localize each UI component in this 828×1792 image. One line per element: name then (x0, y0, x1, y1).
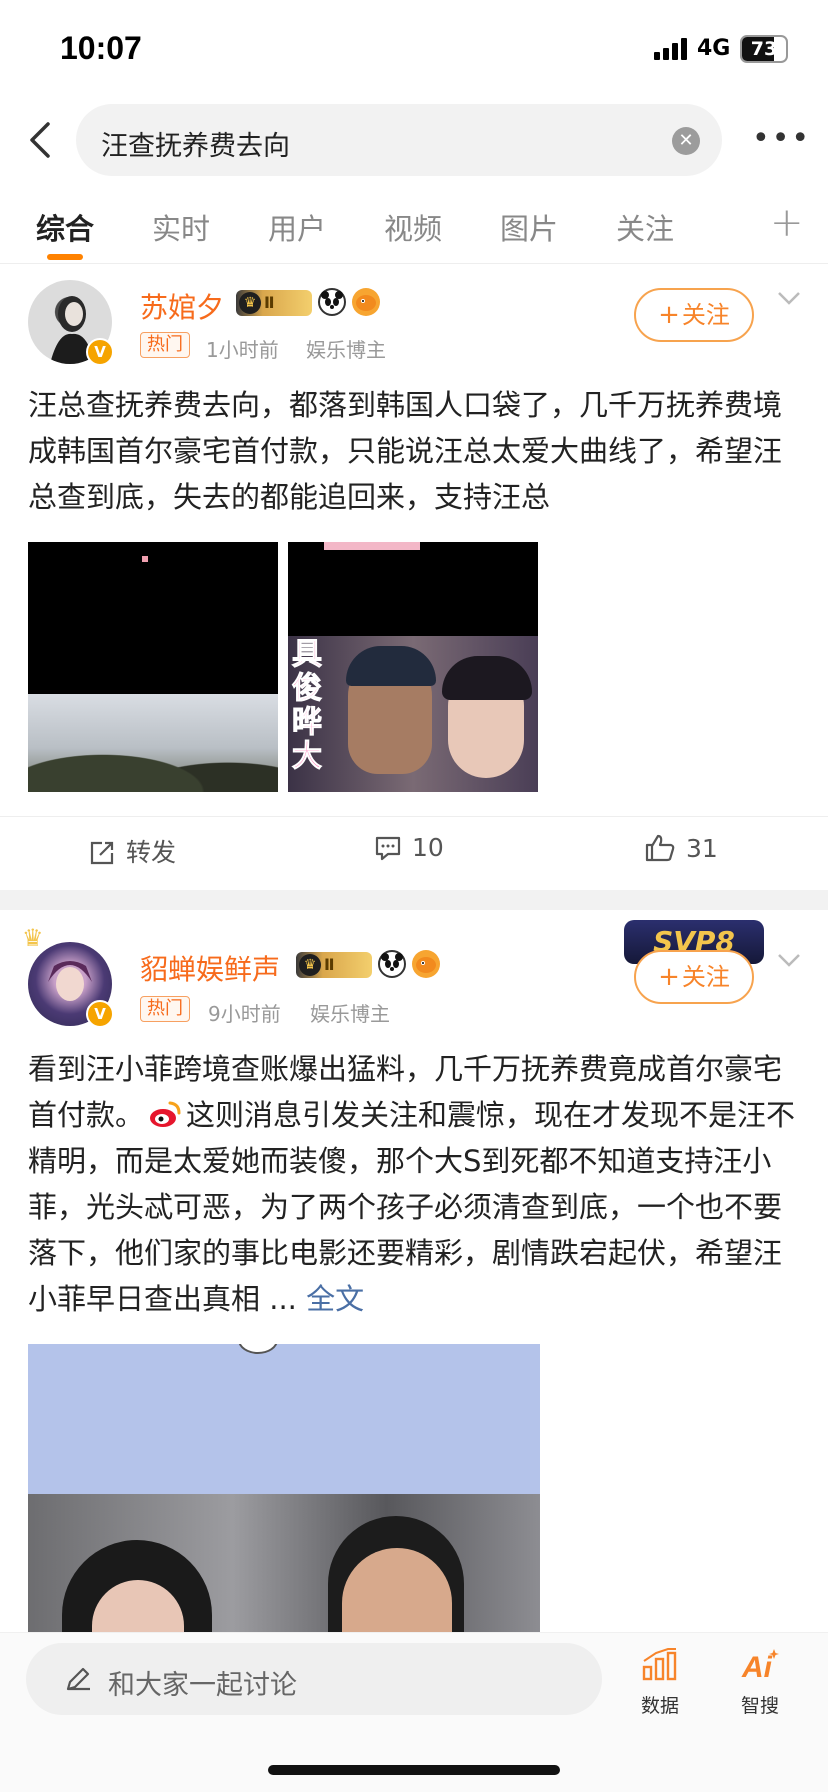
rank-badge: ♛ Ⅱ (236, 290, 312, 316)
search-input[interactable]: 汪查抚养费去向 ✕ (76, 104, 722, 176)
tab-videos[interactable]: 视频 (384, 206, 442, 248)
repost-label: 转发 (126, 838, 177, 867)
chevron-left-icon (30, 122, 50, 158)
verified-badge-icon: V (86, 1000, 114, 1028)
status-time: 10:07 (60, 30, 142, 66)
crown-icon: ♛ (239, 292, 261, 314)
battery-icon: 73 (740, 35, 788, 63)
text-ellipsis: ... (260, 1282, 307, 1316)
like-count: 31 (686, 834, 718, 863)
comment-button[interactable]: 10 (374, 833, 444, 862)
rank-level: Ⅱ (264, 293, 275, 312)
post-image[interactable] (28, 1344, 540, 1632)
post-image[interactable] (28, 542, 278, 792)
fish-icon (352, 288, 380, 316)
bottom-bar: 和大家一起讨论 数据 Ai 智搜 (0, 1632, 828, 1792)
data-button[interactable]: 数据 (622, 1647, 698, 1718)
follow-button[interactable]: +关注 (634, 950, 754, 1004)
post-username[interactable]: 苏婠夕 (140, 286, 224, 326)
plus-icon: + (658, 962, 680, 992)
comment-count: 10 (412, 833, 444, 862)
fish-icon (412, 950, 440, 978)
post-username[interactable]: 貂蝉娱鲜声 (140, 948, 280, 988)
image-trees (28, 727, 278, 792)
full-text-link[interactable]: 全文 (306, 1282, 364, 1316)
repost-icon (90, 841, 114, 865)
chevron-down-icon[interactable] (776, 290, 802, 306)
panda-icon (378, 950, 406, 978)
tab-users[interactable]: 用户 (268, 206, 326, 248)
image-caption: 具俊晔大 (292, 637, 323, 774)
signal-strength-icon (654, 38, 688, 60)
post-time: 9小时前 (208, 1002, 281, 1026)
hot-tag: 热门 (140, 332, 190, 358)
tab-comprehensive[interactable]: 综合 (36, 206, 94, 248)
back-button[interactable] (22, 118, 62, 162)
post-divider (0, 890, 828, 910)
post-card: ♛ V 貂蝉娱鲜声 ♛ Ⅱ 热门 9小时前 娱乐博主 SVP8 +关注 看到汪小… (0, 910, 828, 1632)
panda-icon (318, 288, 346, 316)
discuss-placeholder: 和大家一起讨论 (108, 1670, 297, 1701)
rank-level: Ⅱ (324, 955, 335, 974)
post-actions: 转发 10 31 (0, 816, 828, 882)
bar-chart-icon (642, 1648, 677, 1681)
post-category: 娱乐博主 (306, 338, 386, 362)
rank-badge: ♛ Ⅱ (296, 952, 372, 978)
post-category: 娱乐博主 (310, 1002, 390, 1026)
image-detail (324, 542, 420, 550)
hot-tag: 热门 (140, 996, 190, 1022)
status-bar: 10:07 4G 73 (0, 0, 828, 100)
svg-text:Ai: Ai (741, 1651, 773, 1681)
data-label: 数据 (640, 1695, 679, 1717)
image-detail (142, 556, 148, 562)
repost-button[interactable]: 转发 (88, 833, 176, 869)
home-indicator (268, 1765, 560, 1775)
post-card: V 苏婠夕 ♛ Ⅱ 热门 1小时前 娱乐博主 +关注 汪总查抚养费去向，都落到韩… (0, 266, 828, 890)
more-options-icon[interactable]: ••• (752, 124, 809, 154)
active-tab-indicator (47, 254, 83, 260)
tab-images[interactable]: 图片 (500, 206, 558, 248)
follow-label: 关注 (681, 963, 730, 991)
tab-realtime[interactable]: 实时 (152, 206, 210, 248)
tab-following[interactable]: 关注 (616, 206, 674, 248)
battery-level: 73 (750, 38, 778, 60)
post-image[interactable]: 具俊晔大 (288, 542, 538, 792)
thumbs-up-icon (645, 834, 675, 862)
add-tab-icon[interactable]: + (770, 200, 804, 246)
pen-icon (66, 1667, 90, 1691)
ai-icon: Ai (741, 1649, 779, 1684)
post-time: 1小时前 (206, 338, 279, 362)
search-query: 汪查抚养费去向 (101, 131, 290, 162)
crown-icon: ♛ (299, 954, 321, 976)
search-header: 汪查抚养费去向 ✕ ••• (0, 104, 828, 176)
weibo-logo-icon (150, 1101, 181, 1127)
search-tabs: 综合 实时 用户 视频 图片 关注 + (0, 196, 828, 264)
clear-search-button[interactable]: ✕ (672, 127, 700, 155)
ai-search-label: 智搜 (740, 1695, 779, 1717)
follow-label: 关注 (681, 301, 730, 329)
plus-icon: + (658, 300, 680, 330)
follow-button[interactable]: +关注 (634, 288, 754, 342)
verified-badge-icon: V (86, 338, 114, 366)
crown-icon: ♛ (22, 924, 44, 952)
like-button[interactable]: 31 (644, 833, 718, 863)
chevron-down-icon[interactable] (776, 952, 802, 968)
post-text: 汪总查抚养费去向，都落到韩国人口袋了，几千万抚养费境成韩国首尔豪宅首付款，只能说… (28, 388, 783, 514)
comment-icon (375, 836, 401, 861)
discuss-input[interactable]: 和大家一起讨论 (26, 1643, 602, 1715)
ai-search-button[interactable]: Ai 智搜 (722, 1647, 798, 1718)
network-type: 4G (697, 36, 731, 61)
image-detail (238, 1344, 278, 1354)
post-text: 看到汪小菲跨境查账爆出猛料，几千万抚养费竟成首尔豪宅首付款。 这则消息引发关注和震… (28, 1046, 798, 1322)
